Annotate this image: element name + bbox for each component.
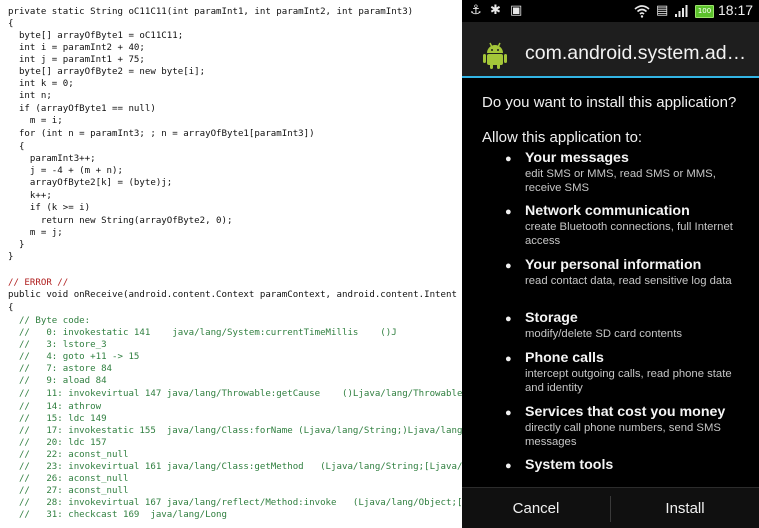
code-line: for (int n = paramInt3; ; n = arrayOfByt… [8,129,315,139]
code-line: j = -4 + (m + n); [8,166,123,176]
permission-title: Phone calls [525,350,604,366]
code-line: if (arrayOfByte1 == null) [8,104,156,114]
debug-icon: ✱ [490,3,501,18]
bullet-icon: ● [505,460,512,472]
bullet-icon: ● [505,260,512,272]
bullet-icon: ● [505,206,512,218]
usb-icon: ⚓ [470,3,482,18]
code-line: // 11: invokevirtual 147 java/lang/Throw… [8,389,462,399]
code-line: // Byte code: [8,316,91,326]
permission-description: edit SMS or MMS, read SMS or MMS, receiv… [525,168,716,194]
code-line: // 17: invokestatic 155 java/lang/Class:… [8,426,462,436]
code-line: // 31: checkcast 169 java/lang/Long [8,510,227,520]
code-line: int i = paramInt2 + 40; [8,43,145,53]
bullet-icon: ● [505,313,512,325]
permission-description: create Bluetooth connections, full Inter… [525,221,733,247]
code-line: // 9: aload 84 [8,376,107,386]
code-line: paramInt3++; [8,154,96,164]
wifi-icon [634,5,650,18]
bullet-icon: ● [505,353,512,365]
code-line: // 27: aconst_null [8,486,129,496]
permission-title: Your personal information [525,257,702,273]
sim-icon: ▤ [656,3,669,18]
code-line: { [8,19,14,29]
permission-title: Network communication [525,203,690,219]
header-divider [462,76,759,78]
app-name: com.android.system.ad… [525,42,747,64]
code-line: m = i; [8,116,63,126]
bullet-icon: ● [505,153,512,165]
code-line: // ERROR // [8,278,69,288]
cancel-button[interactable]: Cancel [462,488,610,528]
code-line: // 3: lstore_3 [8,340,107,350]
code-line: } [8,252,14,262]
media-icon: ▣ [510,3,523,18]
clock: 18:17 [718,2,754,18]
code-line: int j = paramInt1 + 75; [8,55,145,65]
code-line: m = j; [8,228,63,238]
status-bar: ⚓ ✱ ▣ ▤ 100 18:17 [462,0,759,22]
battery-icon: 100 [695,5,714,18]
allow-heading: Allow this application to: [482,129,643,146]
code-line: { [8,303,14,313]
permission-description: intercept outgoing calls, read phone sta… [525,368,732,394]
code-line: // 26: aconst_null [8,474,129,484]
code-line: // 15: ldc 149 [8,414,107,424]
code-line: { [8,142,25,152]
code-line: // 14: athrow [8,402,102,412]
code-line: if (k >= i) [8,203,91,213]
code-line: int k = 0; [8,79,74,89]
dialog-button-bar: Cancel Install [462,487,759,528]
code-line: return new String(arrayOfByte2, 0); [8,216,233,226]
dialog-header: com.android.system.ad… [462,22,759,76]
code-line: k++; [8,191,52,201]
code-line: } [8,240,25,250]
permission-description: directly call phone numbers, send SMS me… [525,422,721,448]
code-line: byte[] arrayOfByte1 = oC11C11; [8,31,184,41]
code-line: public void onReceive(android.content.Co… [8,290,462,300]
permission-description: read contact data, read sensitive log da… [525,275,732,287]
code-line: arrayOfByte2[k] = (byte)j; [8,178,173,188]
code-line: private static String oC11C11(int paramI… [8,7,414,17]
code-line: // 0: invokestatic 141 java/lang/System:… [8,328,397,338]
code-line: int n; [8,91,52,101]
permission-description: modify/delete SD card contents [525,328,682,340]
permission-title: Your messages [525,150,629,166]
code-line: // 20: ldc 157 [8,438,107,448]
phone-screen: ⚓ ✱ ▣ ▤ 100 18:17 com.android.system.ad…… [462,0,759,528]
android-app-icon [483,42,507,69]
code-line: // 4: goto +11 -> 15 [8,352,140,362]
bullet-icon: ● [505,407,512,419]
code-panel: private static String oC11C11(int paramI… [0,0,462,528]
install-button[interactable]: Install [611,488,759,528]
code-line: // 28: invokevirtual 167 java/lang/refle… [8,498,462,508]
code-line: // 22: aconst_null [8,450,129,460]
code-line: // 23: invokevirtual 161 java/lang/Class… [8,462,462,472]
code-line: // 7: astore 84 [8,364,113,374]
signal-icon [675,5,688,17]
code-line: byte[] arrayOfByte2 = new byte[i]; [8,67,206,77]
install-question: Do you want to install this application? [482,94,737,111]
permission-title: Storage [525,310,578,326]
permission-title: Services that cost you money [525,404,726,420]
permission-title: System tools [525,457,614,473]
